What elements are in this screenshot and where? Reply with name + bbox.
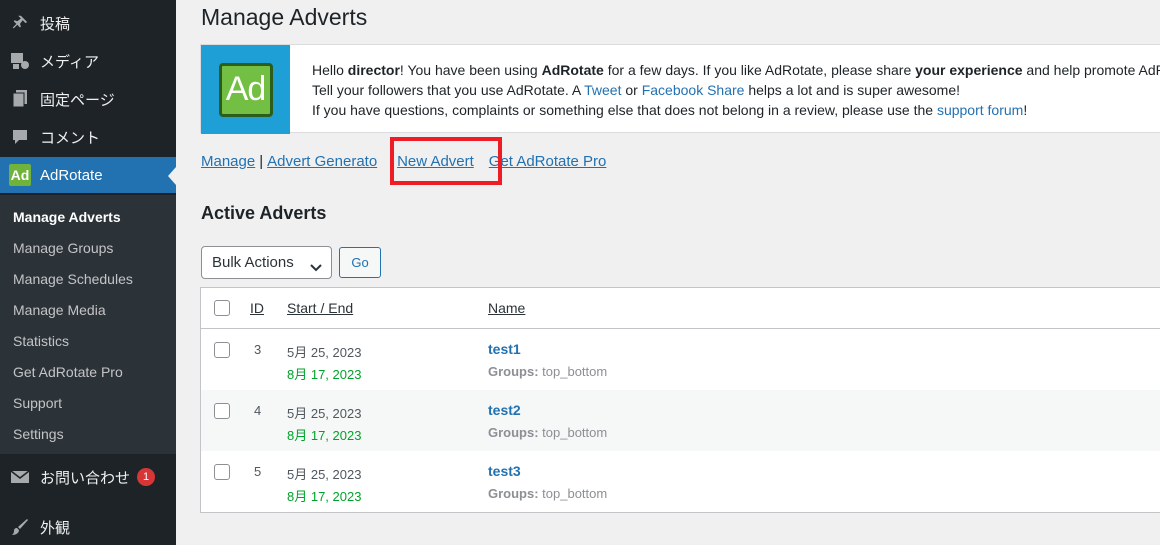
advert-generator-link[interactable]: Advert Generato [267, 153, 377, 170]
comment-icon [9, 127, 31, 147]
adrotate-icon: Ad [9, 164, 31, 186]
start-date: 5月 25, 2023 [287, 467, 362, 482]
sidebar-item-pages[interactable]: 固定ページ [0, 81, 176, 117]
pages-icon [9, 89, 31, 109]
notice-line-1: Hello director! You have been using AdRo… [312, 62, 1160, 78]
adrotate-logo-mark: Ad [218, 62, 273, 117]
media-icon [9, 51, 31, 71]
go-button[interactable]: Go [339, 247, 381, 278]
sidebar-item-label: AdRotate [40, 166, 103, 184]
bulk-actions-select[interactable]: Bulk Actions [201, 246, 332, 279]
section-title: Active Adverts [201, 203, 327, 223]
advert-groups: Groups: top_bottom [488, 486, 608, 501]
get-pro-link[interactable]: Get AdRotate Pro [489, 153, 607, 170]
column-header-id[interactable]: ID [250, 300, 264, 316]
manage-link[interactable]: Manage [201, 153, 255, 170]
sidebar-item-posts[interactable]: 投稿 [0, 5, 176, 41]
chevron-down-icon [309, 254, 323, 285]
submenu-item-settings[interactable]: Settings [13, 424, 64, 444]
submenu-item-get-pro[interactable]: Get AdRotate Pro [13, 362, 123, 382]
submenu-item-statistics[interactable]: Statistics [13, 331, 69, 351]
adrotate-submenu: Manage Adverts Manage Groups Manage Sche… [0, 195, 176, 454]
advert-id: 3 [254, 342, 262, 357]
sidebar-item-label: お問い合わせ [40, 469, 131, 487]
advert-name-link[interactable]: test2 [488, 402, 521, 418]
brush-icon [9, 517, 31, 537]
sidebar-item-comments[interactable]: コメント [0, 119, 176, 155]
sidebar-item-appearance[interactable]: 外観 [0, 509, 176, 545]
advert-id: 4 [254, 403, 262, 418]
sidebar-item-label: コメント [40, 129, 101, 147]
start-date: 5月 25, 2023 [287, 406, 362, 421]
adverts-table: ID Start / End Name 3 5月 25, 2023 8月 17,… [200, 287, 1160, 513]
table-row: 4 5月 25, 2023 8月 17, 2023 test2 Groups: … [201, 390, 1160, 451]
row-checkbox[interactable] [214, 403, 230, 419]
submenu-item-manage-schedules[interactable]: Manage Schedules [13, 269, 133, 289]
table-row: 3 5月 25, 2023 8月 17, 2023 test1 Groups: … [201, 329, 1160, 390]
notice-line-2: Tell your followers that you use AdRotat… [312, 82, 961, 98]
advert-groups: Groups: top_bottom [488, 364, 608, 379]
sidebar-item-adrotate[interactable]: Ad AdRotate [0, 157, 176, 193]
notice-line-3: If you have questions, complaints or som… [312, 102, 1028, 118]
sidebar-item-label: 外観 [40, 519, 71, 537]
end-date: 8月 17, 2023 [287, 367, 362, 382]
support-forum-link[interactable]: support forum [937, 102, 1023, 118]
column-header-name[interactable]: Name [488, 300, 525, 316]
submenu-item-manage-media[interactable]: Manage Media [13, 300, 106, 320]
submenu-item-support[interactable]: Support [13, 393, 62, 413]
page-title: Manage Adverts [201, 4, 368, 30]
advert-name-link[interactable]: test3 [488, 463, 521, 479]
advert-groups: Groups: top_bottom [488, 425, 608, 440]
table-header: ID Start / End Name [201, 288, 1160, 329]
column-header-start-end[interactable]: Start / End [287, 300, 353, 316]
sidebar-item-contact[interactable]: お問い合わせ 1 [0, 459, 176, 495]
tweet-link[interactable]: Tweet [584, 82, 621, 98]
row-checkbox[interactable] [214, 464, 230, 480]
mail-icon [9, 467, 31, 487]
select-all-checkbox[interactable] [214, 300, 230, 316]
review-notice: Ad Hello director! You have been using A… [200, 44, 1160, 134]
advert-name-link[interactable]: test1 [488, 341, 521, 357]
sidebar-item-media[interactable]: メディア [0, 43, 176, 79]
table-row: 5 5月 25, 2023 8月 17, 2023 test3 Groups: … [201, 451, 1160, 512]
adrotate-logo: Ad [201, 45, 290, 134]
start-date: 5月 25, 2023 [287, 345, 362, 360]
facebook-share-link[interactable]: Facebook Share [642, 82, 745, 98]
end-date: 8月 17, 2023 [287, 489, 362, 504]
submenu-item-manage-groups[interactable]: Manage Groups [13, 238, 113, 258]
submenu-item-manage-adverts[interactable]: Manage Adverts [13, 207, 121, 227]
end-date: 8月 17, 2023 [287, 428, 362, 443]
pin-icon [9, 13, 31, 33]
sidebar-item-label: 固定ページ [40, 91, 115, 109]
advert-id: 5 [254, 464, 262, 479]
sidebar-item-label: 投稿 [40, 15, 71, 33]
sidebar-item-label: メディア [40, 53, 99, 71]
active-indicator [168, 167, 176, 185]
admin-sidebar: 投稿 メディア 固定ページ コメント Ad AdRotate Manage Ad… [0, 0, 176, 545]
row-checkbox[interactable] [214, 342, 230, 358]
notification-badge: 1 [137, 468, 156, 486]
highlight-box [390, 137, 502, 185]
